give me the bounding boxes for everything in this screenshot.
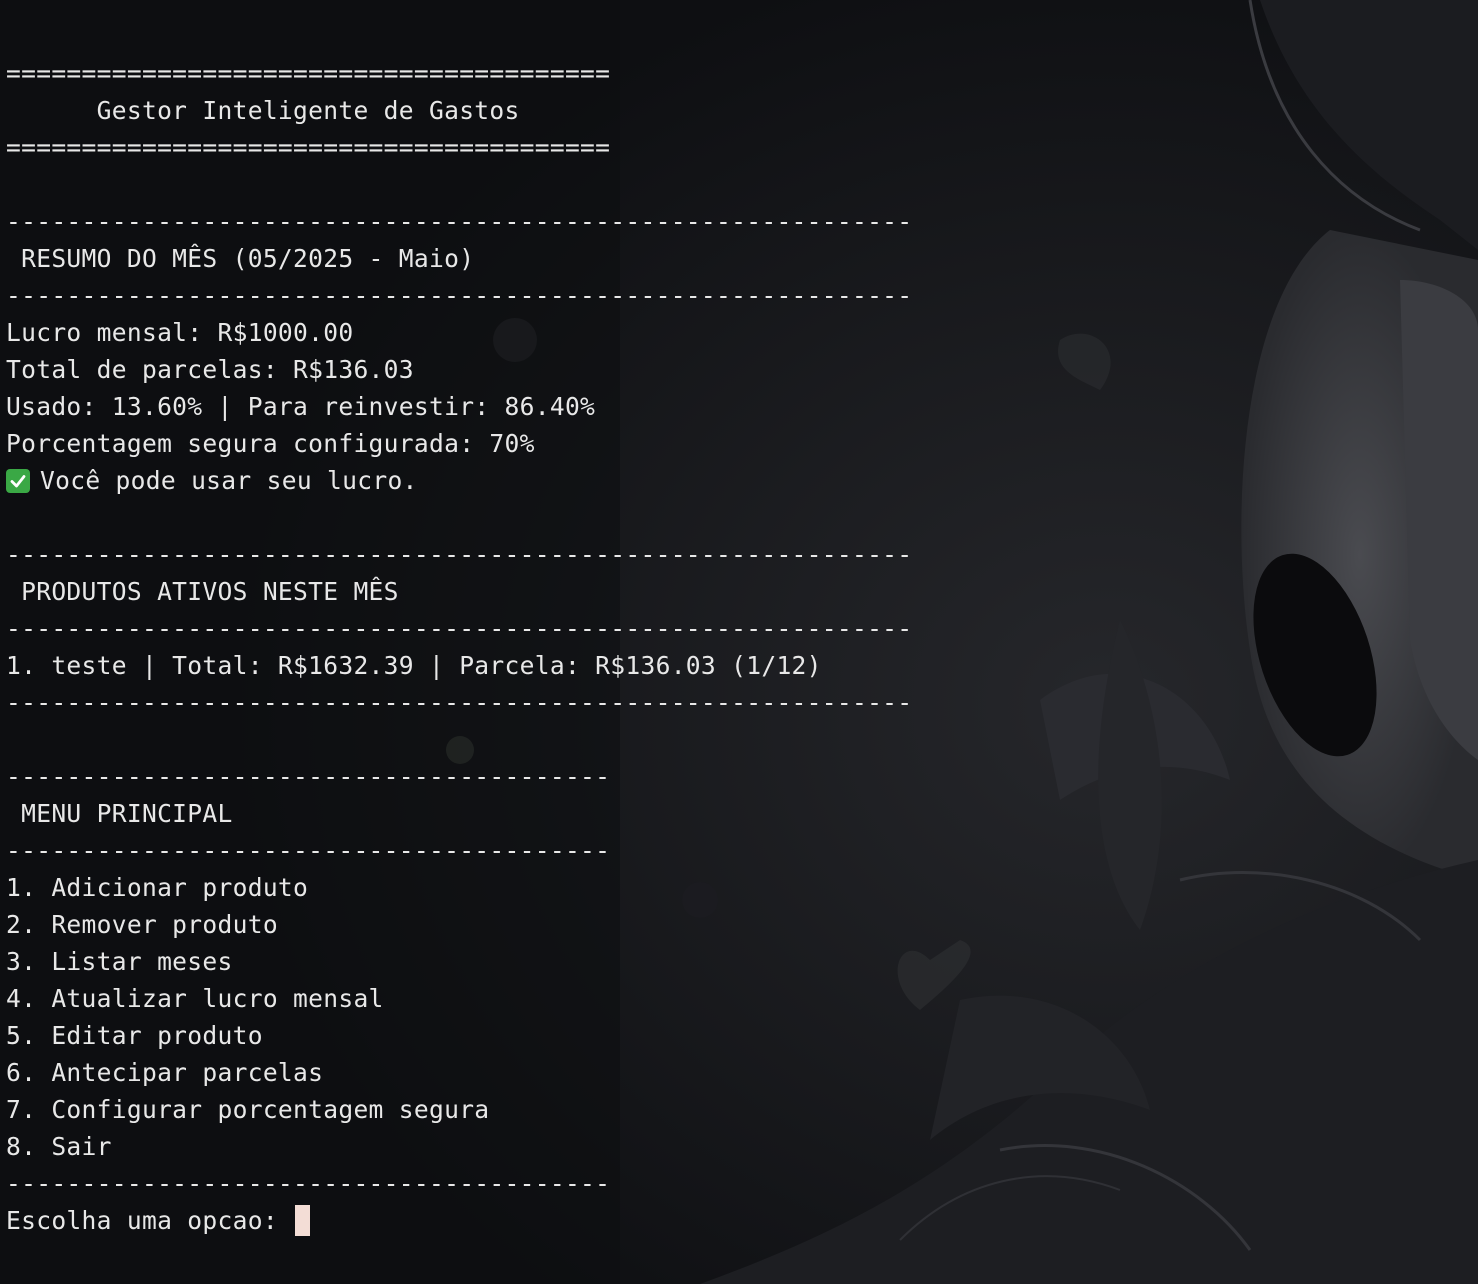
menu-option-edit-product: 5. Editar produto (6, 1021, 263, 1050)
menu-option-configure-safe-percentage: 7. Configurar porcentagem segura (6, 1095, 490, 1124)
menu-option-add-product: 1. Adicionar produto (6, 873, 309, 902)
header-rule-top: ======================================== (6, 59, 611, 88)
safe-percentage-line: Porcentagem segura configurada: 70% (6, 429, 535, 458)
installments-total-line: Total de parcelas: R$136.03 (6, 355, 414, 384)
product-item: 1. teste | Total: R$1632.39 | Parcela: R… (6, 651, 822, 680)
menu-heading: MENU PRINCIPAL (6, 799, 233, 828)
menu-option-update-profit: 4. Atualizar lucro mensal (6, 984, 384, 1013)
usage-line: Usado: 13.60% | Para reinvestir: 86.40% (6, 392, 596, 421)
input-prompt[interactable]: Escolha uma opcao: (6, 1202, 912, 1239)
header-rule-bottom: ======================================== (6, 133, 611, 162)
menu-rule-bottom: ---------------------------------------- (6, 1169, 611, 1198)
summary-rule-bottom: ----------------------------------------… (6, 281, 913, 310)
menu-rule-middle: ---------------------------------------- (6, 836, 611, 865)
products-rule-top: ----------------------------------------… (6, 540, 913, 569)
app-title: Gestor Inteligente de Gastos (6, 96, 520, 125)
terminal-output: ========================================… (6, 55, 912, 1239)
monthly-profit-line: Lucro mensal: R$1000.00 (6, 318, 354, 347)
text-cursor[interactable] (295, 1205, 311, 1236)
prompt-label: Escolha uma opcao: (6, 1206, 294, 1235)
menu-option-list-months: 3. Listar meses (6, 947, 233, 976)
status-line: Você pode usar seu lucro. (6, 462, 912, 499)
products-heading: PRODUTOS ATIVOS NESTE MÊS (6, 577, 399, 606)
menu-option-exit: 8. Sair (6, 1132, 112, 1161)
products-rule-bottom: ----------------------------------------… (6, 688, 913, 717)
menu-option-anticipate-installments: 6. Antecipar parcelas (6, 1058, 324, 1087)
summary-heading: RESUMO DO MÊS (05/2025 - Maio) (6, 244, 475, 273)
check-mark-icon (6, 469, 30, 493)
summary-rule-top: ----------------------------------------… (6, 207, 913, 236)
products-rule-middle: ----------------------------------------… (6, 614, 913, 643)
menu-option-remove-product: 2. Remover produto (6, 910, 278, 939)
status-text: Você pode usar seu lucro. (40, 466, 418, 495)
menu-rule-top: ---------------------------------------- (6, 762, 611, 791)
